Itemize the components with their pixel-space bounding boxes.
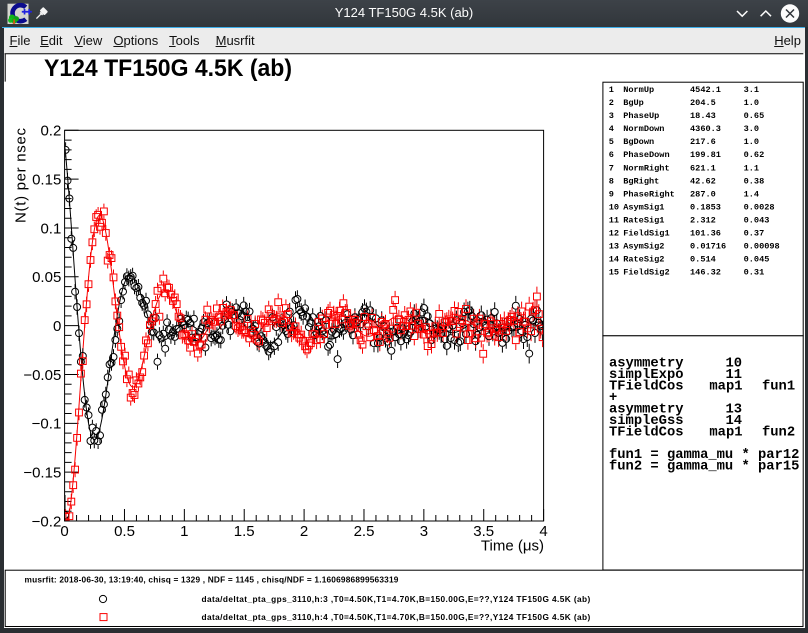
svg-text:146.32: 146.32	[690, 268, 721, 278]
svg-text:1.5: 1.5	[234, 523, 255, 540]
svg-text:101.36: 101.36	[690, 228, 721, 238]
svg-text:0.5: 0.5	[114, 523, 135, 540]
svg-text:RateSig2: RateSig2	[623, 255, 664, 265]
svg-text:PhaseRight: PhaseRight	[623, 189, 675, 199]
svg-text:N(t) per nsec: N(t) per nsec	[13, 128, 30, 224]
svg-text:1.0: 1.0	[744, 98, 759, 108]
svg-text:−0.15: −0.15	[23, 465, 61, 482]
svg-text:musrfit: 2018-06-30, 13:19:40,: musrfit: 2018-06-30, 13:19:40, chisq = 1…	[25, 575, 399, 585]
svg-text:0: 0	[53, 318, 61, 335]
svg-text:3.1: 3.1	[744, 85, 759, 95]
svg-text:0.0028: 0.0028	[744, 202, 775, 212]
svg-text:fun2 = gamma_mu * par15: fun2 = gamma_mu * par15	[609, 459, 799, 475]
svg-text:−0.2: −0.2	[32, 513, 62, 530]
svg-text:data/deltat_pta_gps_3110,h:4 ,: data/deltat_pta_gps_3110,h:4 ,T0=4.50K,T…	[202, 612, 591, 622]
svg-text:AsymSig2: AsymSig2	[623, 242, 664, 252]
svg-text:3: 3	[420, 523, 428, 540]
svg-text:11: 11	[609, 215, 619, 225]
svg-text:0.31: 0.31	[744, 268, 765, 278]
svg-text:PhaseUp: PhaseUp	[623, 111, 659, 121]
svg-text:BgRight: BgRight	[623, 176, 659, 186]
svg-text:data/deltat_pta_gps_3110,h:3 ,: data/deltat_pta_gps_3110,h:3 ,T0=4.50K,T…	[202, 594, 591, 604]
svg-text:0.1853: 0.1853	[690, 202, 721, 212]
svg-text:0.37: 0.37	[744, 228, 765, 238]
svg-text:2: 2	[609, 98, 614, 108]
svg-text:1.4: 1.4	[744, 189, 759, 199]
svg-text:0.15: 0.15	[32, 171, 61, 188]
svg-text:4360.3: 4360.3	[690, 124, 721, 134]
svg-text:8: 8	[609, 176, 614, 186]
svg-text:map1: map1	[709, 426, 742, 441]
svg-text:0.514: 0.514	[690, 255, 716, 265]
svg-text:BgUp: BgUp	[623, 98, 644, 108]
svg-text:AsymSig1: AsymSig1	[623, 202, 664, 212]
svg-text:NormUp: NormUp	[623, 85, 654, 95]
svg-text:Y124 TF150G 4.5K (ab): Y124 TF150G 4.5K (ab)	[44, 55, 292, 82]
svg-text:2: 2	[300, 523, 308, 540]
svg-text:TFieldCos: TFieldCos	[609, 425, 684, 441]
svg-text:3.0: 3.0	[744, 124, 759, 134]
svg-text:NormRight: NormRight	[623, 163, 669, 173]
svg-text:42.62: 42.62	[690, 176, 716, 186]
svg-text:6: 6	[609, 150, 614, 160]
svg-text:621.1: 621.1	[690, 163, 716, 173]
svg-text:FieldSig1: FieldSig1	[623, 228, 669, 238]
svg-text:−0.1: −0.1	[32, 416, 62, 433]
svg-text:0.38: 0.38	[744, 176, 765, 186]
svg-text:4: 4	[609, 124, 614, 134]
svg-text:1: 1	[180, 523, 188, 540]
svg-text:2.312: 2.312	[690, 215, 716, 225]
svg-text:4542.1: 4542.1	[690, 85, 721, 95]
svg-text:0.01716: 0.01716	[690, 242, 726, 252]
svg-text:1.0: 1.0	[744, 137, 759, 147]
svg-text:287.0: 287.0	[690, 189, 716, 199]
svg-text:PhaseDown: PhaseDown	[623, 150, 669, 160]
svg-text:NormDown: NormDown	[623, 124, 664, 134]
svg-text:7: 7	[609, 163, 614, 173]
svg-text:0.62: 0.62	[744, 150, 765, 160]
svg-text:0: 0	[60, 523, 68, 540]
svg-text:0.05: 0.05	[32, 269, 61, 286]
svg-text:fun2: fun2	[762, 425, 795, 441]
svg-text:1: 1	[609, 85, 614, 95]
svg-text:3: 3	[609, 111, 614, 121]
svg-text:1.1: 1.1	[744, 163, 759, 173]
svg-text:0.1: 0.1	[40, 220, 61, 237]
svg-text:199.81: 199.81	[690, 150, 721, 160]
svg-text:12: 12	[609, 228, 619, 238]
svg-text:15: 15	[609, 268, 619, 278]
svg-text:14: 14	[609, 255, 619, 265]
svg-text:BgDown: BgDown	[623, 137, 654, 147]
svg-text:0.045: 0.045	[744, 255, 770, 265]
svg-text:map1: map1	[709, 380, 742, 395]
svg-text:TFieldCos: TFieldCos	[609, 379, 684, 395]
svg-text:2.5: 2.5	[354, 523, 375, 540]
svg-text:FieldSig2: FieldSig2	[623, 268, 669, 278]
svg-text:9: 9	[609, 189, 614, 199]
svg-text:0.65: 0.65	[744, 111, 765, 121]
svg-text:204.5: 204.5	[690, 98, 716, 108]
svg-text:13: 13	[609, 242, 619, 252]
svg-text:0.043: 0.043	[744, 215, 770, 225]
svg-text:fun1: fun1	[762, 379, 795, 395]
svg-text:RateSig1: RateSig1	[623, 215, 664, 225]
svg-text:217.6: 217.6	[690, 137, 716, 147]
svg-text:18.43: 18.43	[690, 111, 716, 121]
svg-text:5: 5	[609, 137, 614, 147]
svg-text:0.2: 0.2	[40, 123, 61, 140]
svg-text:0.00098: 0.00098	[744, 242, 780, 252]
svg-text:−0.05: −0.05	[23, 367, 61, 384]
svg-text:10: 10	[609, 202, 619, 212]
svg-text:Time (μs): Time (μs)	[481, 538, 544, 555]
